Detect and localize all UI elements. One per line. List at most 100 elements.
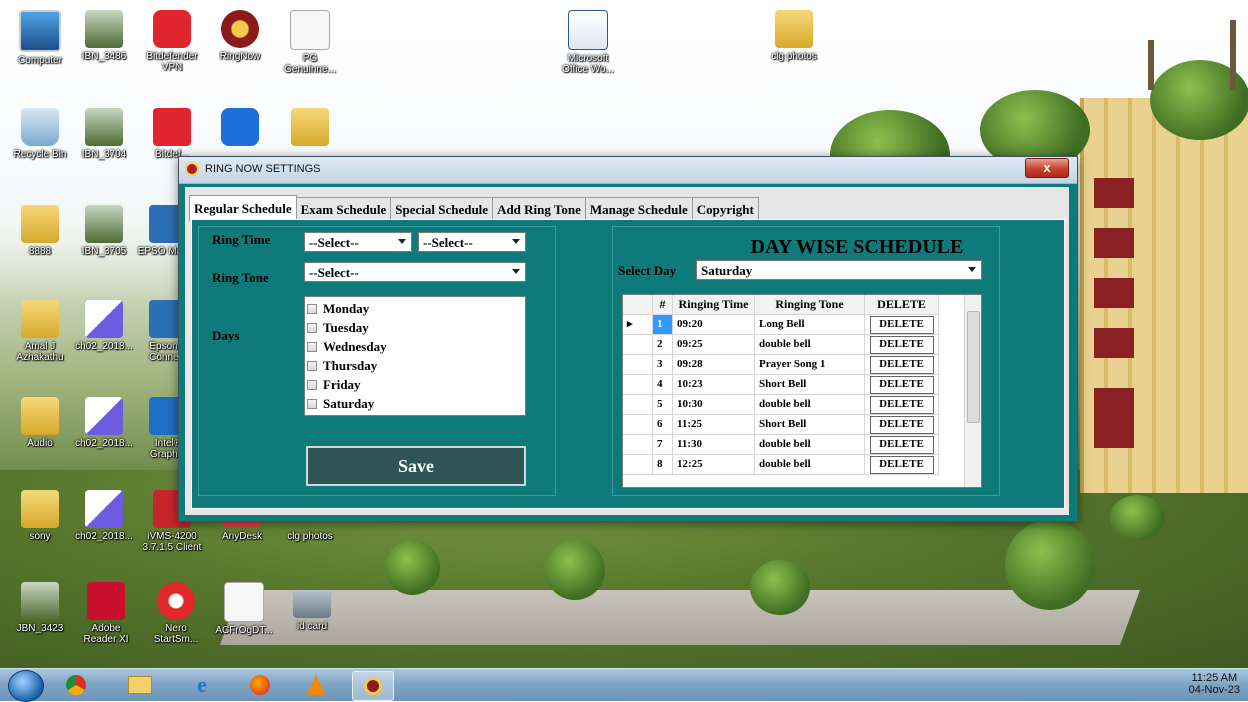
ringing-tone-cell[interactable]: double bell — [755, 335, 865, 355]
column-header[interactable]: # — [653, 295, 673, 315]
day-checkbox-wednesday[interactable]: Wednesday — [307, 337, 525, 356]
window-titlebar[interactable]: RING NOW SETTINGS x — [179, 157, 1077, 184]
desktop-icon-pdf-acfr[interactable]: ACFrOgDT... — [212, 582, 276, 636]
row-number-cell[interactable]: 3 — [653, 355, 673, 375]
tab-copyright[interactable]: Copyright — [691, 197, 759, 220]
desktop-icon-mp4[interactable]: ch02_2018... — [72, 300, 136, 352]
row-number-cell[interactable]: 5 — [653, 395, 673, 415]
delete-button[interactable]: DELETE — [869, 456, 934, 474]
ring-tone-select[interactable]: --Select-- — [304, 262, 526, 282]
row-number-cell[interactable]: 1 — [653, 315, 673, 335]
row-header[interactable] — [623, 435, 653, 455]
desktop-icon-word[interactable]: Microsoft Office Wo... — [556, 10, 620, 75]
ringing-tone-cell[interactable]: double bell — [755, 455, 865, 475]
desktop-icon-clg-photos[interactable]: clg photos — [762, 10, 826, 62]
row-number-cell[interactable]: 8 — [653, 455, 673, 475]
delete-button[interactable]: DELETE — [869, 436, 934, 454]
row-number-cell[interactable]: 6 — [653, 415, 673, 435]
select-day-dropdown[interactable]: Saturday — [696, 260, 982, 280]
ringing-tone-cell[interactable]: Short Bell — [755, 415, 865, 435]
row-header[interactable] — [623, 395, 653, 415]
checkbox[interactable] — [307, 379, 317, 390]
row-number-cell[interactable]: 7 — [653, 435, 673, 455]
row-header[interactable] — [623, 415, 653, 435]
ring-time-hour-select[interactable]: --Select-- — [304, 232, 412, 252]
desktop-icon-nero[interactable]: Nero StartSm... — [144, 582, 208, 645]
grid-vertical-scrollbar[interactable] — [964, 295, 981, 487]
explorer-taskbar-icon[interactable] — [120, 671, 160, 699]
desktop-icon-adobe-reader[interactable]: Adobe Reader XI — [74, 582, 138, 645]
desktop-icon-teamviewer[interactable] — [208, 108, 272, 146]
day-checkbox-thursday[interactable]: Thursday — [307, 356, 525, 375]
desktop-icon-audio-folder[interactable]: Audio — [8, 397, 72, 449]
day-checkbox-saturday[interactable]: Saturday — [307, 394, 525, 413]
ringnow-taskbar-icon[interactable] — [352, 671, 394, 701]
row-number-cell[interactable]: 4 — [653, 375, 673, 395]
row-header[interactable] — [623, 355, 653, 375]
ringing-tone-cell[interactable]: Prayer Song 1 — [755, 355, 865, 375]
table-row[interactable]: 8 12:25 double bell DELETE — [623, 455, 939, 475]
row-header[interactable]: ▸ — [623, 315, 653, 335]
desktop-icon-mp4[interactable]: ch02_2018... — [72, 397, 136, 449]
ringing-time-cell[interactable]: 11:30 — [673, 435, 755, 455]
desktop-icon-folder[interactable] — [278, 108, 342, 146]
delete-button[interactable]: DELETE — [869, 416, 934, 434]
ringing-time-cell[interactable]: 12:25 — [673, 455, 755, 475]
internet-explorer-taskbar-icon[interactable]: e — [182, 671, 222, 699]
row-header[interactable] — [623, 375, 653, 395]
checkbox[interactable] — [307, 360, 317, 371]
column-header[interactable]: Ringing Time — [673, 295, 755, 315]
tab-special-schedule[interactable]: Special Schedule — [390, 197, 494, 220]
column-header[interactable]: DELETE — [865, 295, 939, 315]
desktop-icon-ringnow[interactable]: RingNow — [208, 10, 272, 62]
desktop-icon-8888[interactable]: 8888 — [8, 205, 72, 257]
tab-manage-schedule[interactable]: Manage Schedule — [584, 197, 693, 220]
row-header[interactable] — [623, 335, 653, 355]
close-button[interactable]: x — [1025, 158, 1069, 178]
checkbox[interactable] — [307, 322, 317, 333]
day-checkbox-tuesday[interactable]: Tuesday — [307, 318, 525, 337]
desktop-icon-sony-folder[interactable]: sony — [8, 490, 72, 542]
clock-date[interactable]: 04-Nov-23 — [1189, 684, 1240, 696]
ringing-time-cell[interactable]: 11:25 — [673, 415, 755, 435]
desktop-icon-mp4[interactable]: ch02_2018... — [72, 490, 136, 542]
delete-button[interactable]: DELETE — [869, 336, 934, 354]
table-row[interactable]: 6 11:25 Short Bell DELETE — [623, 415, 939, 435]
desktop-icon-computer[interactable]: Computer — [8, 10, 72, 66]
tab-regular-schedule[interactable]: Regular Schedule — [189, 195, 297, 221]
delete-button[interactable]: DELETE — [869, 376, 934, 394]
ringing-tone-cell[interactable]: Short Bell — [755, 375, 865, 395]
table-row[interactable]: 2 09:25 double bell DELETE — [623, 335, 939, 355]
tab-add-ring-tone[interactable]: Add Ring Tone — [492, 197, 586, 220]
clock-time[interactable]: 11:25 AM — [1189, 672, 1240, 684]
ringing-time-cell[interactable]: 10:30 — [673, 395, 755, 415]
table-row[interactable]: ▸ 1 09:20 Long Bell DELETE — [623, 315, 939, 335]
delete-button[interactable]: DELETE — [869, 356, 934, 374]
scrollbar-thumb[interactable] — [967, 311, 980, 423]
ringing-time-cell[interactable]: 10:23 — [673, 375, 755, 395]
desktop-icon-bitdefender[interactable]: Bitdef... — [140, 108, 204, 160]
ringing-time-cell[interactable]: 09:20 — [673, 315, 755, 335]
desktop-icon-photo[interactable]: IBN_3486 — [72, 10, 136, 62]
ringing-time-cell[interactable]: 09:25 — [673, 335, 755, 355]
ringing-time-cell[interactable]: 09:28 — [673, 355, 755, 375]
day-checkbox-friday[interactable]: Friday — [307, 375, 525, 394]
ringing-tone-cell[interactable]: double bell — [755, 435, 865, 455]
desktop-icon-photo[interactable]: JBN_3423 — [8, 582, 72, 634]
table-row[interactable]: 3 09:28 Prayer Song 1 DELETE — [623, 355, 939, 375]
chrome-taskbar-icon[interactable] — [56, 671, 96, 699]
vlc-taskbar-icon[interactable] — [296, 671, 336, 699]
column-header[interactable]: Ringing Tone — [755, 295, 865, 315]
firefox-taskbar-icon[interactable] — [240, 671, 280, 699]
desktop-icon-bitdefender-vpn[interactable]: Bitdefender VPN — [140, 10, 204, 73]
checkbox[interactable] — [307, 341, 317, 352]
desktop-icon-photo[interactable]: IBN_3704 — [72, 108, 136, 160]
ringing-tone-cell[interactable]: Long Bell — [755, 315, 865, 335]
start-button[interactable] — [8, 670, 44, 702]
row-number-cell[interactable]: 2 — [653, 335, 673, 355]
delete-button[interactable]: DELETE — [869, 396, 934, 414]
ring-time-minute-select[interactable]: --Select-- — [418, 232, 526, 252]
desktop-icon-amal-folder[interactable]: Amal J Azhakathu — [8, 300, 72, 363]
delete-button[interactable]: DELETE — [869, 316, 934, 334]
checkbox[interactable] — [307, 398, 317, 409]
